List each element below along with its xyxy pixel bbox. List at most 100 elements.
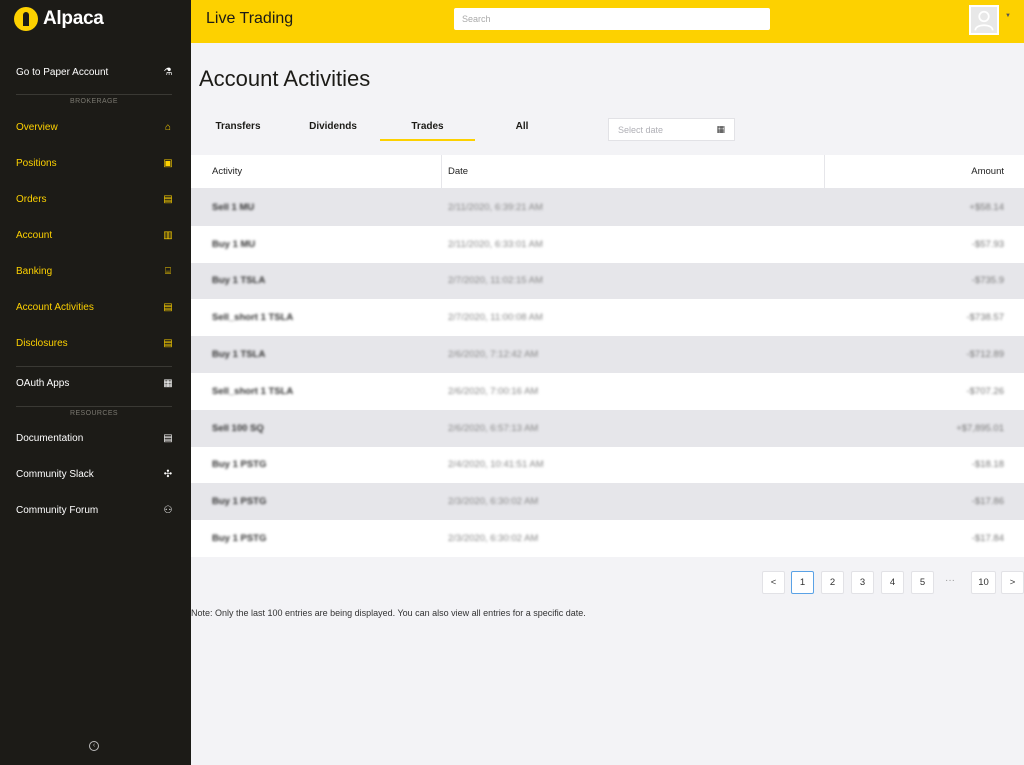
table-row: Sell 100 SQ 2/6/2020, 6:57:13 AM +$7,895… [191,409,1024,447]
pagination-page-5[interactable]: 5 [911,571,934,594]
sidebar-item-positions[interactable]: Positions ▣ [16,153,174,173]
sidebar-item-label: Positions [16,157,57,169]
sidebar-item-label: Account [16,229,53,241]
calendar-icon: ▦ [716,124,725,134]
date-picker[interactable]: Select date ▦ [608,118,735,141]
amount-cell: -$712.89 [966,349,1004,361]
sidebar-item-label: Account Activities [16,301,94,313]
pagination-page-4[interactable]: 4 [881,571,904,594]
amount-cell: -$57.93 [971,238,1004,250]
table-row: Sell_short 1 TSLA 2/7/2020, 11:00:08 AM … [191,299,1024,337]
date-cell: 2/4/2020, 10:41:51 AM [448,459,544,471]
brand-name: Alpaca [43,8,104,29]
sidebar-item-documentation[interactable]: Documentation ▤ [16,428,174,448]
file-icon: ▤ [163,301,173,313]
tab-dividends[interactable]: Dividends [299,121,367,141]
sidebar-item-oauth-apps[interactable]: OAuth Apps ▦ [16,373,174,393]
book-icon: ▤ [163,432,173,444]
pagination-page-1[interactable]: 1 [791,571,814,594]
tab-trades[interactable]: Trades [380,121,475,141]
amount-cell: -$17.86 [971,496,1004,508]
amount-cell: -$18.18 [971,459,1004,471]
sidebar-item-label: Orders [16,193,47,205]
sidebar-item-label: Documentation [16,432,84,444]
table-row: Sell 1 MU 2/11/2020, 6:39:21 AM +$58.14 [191,189,1024,226]
pagination-next-button[interactable]: > [1001,571,1024,594]
column-header-date[interactable]: Date [442,155,825,188]
date-cell: 2/6/2020, 7:12:42 AM [448,349,539,361]
sidebar-item-label: Overview [16,121,58,133]
date-cell: 2/6/2020, 7:00:16 AM [448,385,539,397]
pagination-page-2[interactable]: 2 [821,571,844,594]
amount-cell: +$58.14 [969,201,1004,213]
top-bar: Live Trading ▼ [191,0,1024,43]
amount-cell: -$735.9 [971,275,1004,287]
sidebar-section-resources: RESOURCES [70,410,118,417]
activity-cell: Sell_short 1 TSLA [212,312,294,324]
alpaca-logo-icon [14,7,38,31]
column-header-activity[interactable]: Activity [191,155,442,188]
sidebar-item-paper-account[interactable]: Go to Paper Account ⚗ [16,62,174,82]
table-row: Buy 1 TSLA 2/6/2020, 7:12:42 AM -$712.89 [191,336,1024,373]
sidebar-item-account[interactable]: Account ▥ [16,225,174,245]
page-title: Account Activities [199,66,371,91]
sidebar-item-label: Banking [16,265,53,277]
entries-note: Note: Only the last 100 entries are bein… [191,608,586,618]
sidebar-item-label: Community Slack [16,468,94,480]
flask-icon: ⚗ [163,66,173,78]
activity-cell: Buy 1 PSTG [212,459,267,471]
activities-table: Activity Date Amount Sell 1 MU 2/11/2020… [191,155,1024,557]
tab-transfers[interactable]: Transfers [204,121,272,141]
sidebar-item-orders[interactable]: Orders ▤ [16,189,174,209]
grid-icon: ▦ [163,377,173,389]
sidebar-item-account-activities[interactable]: Account Activities ▤ [16,297,174,317]
activity-cell: Buy 1 TSLA [212,275,266,287]
table-row: Buy 1 PSTG 2/3/2020, 6:30:02 AM -$17.86 [191,483,1024,521]
activity-cell: Buy 1 TSLA [212,349,266,361]
sidebar-divider [16,94,172,95]
activity-cell: Sell 100 SQ [212,422,264,434]
table-row: Buy 1 TSLA 2/7/2020, 11:02:15 AM -$735.9 [191,262,1024,300]
table-row: Buy 1 PSTG 2/4/2020, 10:41:51 AM -$18.18 [191,446,1024,484]
slack-icon: ✣ [163,468,173,480]
pagination-prev-button[interactable]: < [762,571,785,594]
activity-cell: Buy 1 MU [212,238,256,250]
activity-cell: Sell 1 MU [212,201,255,213]
sidebar-item-label: Go to Paper Account [16,66,109,78]
document-icon: ▤ [163,193,173,205]
amount-cell: -$707.26 [966,385,1004,397]
search-input[interactable] [454,8,770,30]
sidebar-item-label: OAuth Apps [16,377,70,389]
tab-all[interactable]: All [500,121,544,141]
chevron-down-icon[interactable]: ▼ [1005,13,1011,19]
collapse-sidebar-icon[interactable]: ‹ [89,741,99,751]
column-header-amount[interactable]: Amount [825,155,1024,188]
alpaca-logo[interactable]: Alpaca [14,6,104,32]
home-icon: ⌂ [164,121,172,133]
user-icon [974,10,994,31]
sidebar-item-label: Disclosures [16,337,68,349]
pagination-page-3[interactable]: 3 [851,571,874,594]
sidebar-item-disclosures[interactable]: Disclosures ▤ [16,333,174,353]
sidebar-item-banking[interactable]: Banking ⌸ [16,261,174,281]
table-row: Buy 1 PSTG 2/3/2020, 6:30:02 AM -$17.84 [191,520,1024,557]
avatar[interactable] [969,5,999,35]
sidebar-item-community-forum[interactable]: Community Forum ⚇ [16,500,174,520]
environment-title: Live Trading [206,10,294,27]
sidebar-item-community-slack[interactable]: Community Slack ✣ [16,464,174,484]
pagination-page-10[interactable]: 10 [971,571,996,594]
date-picker-placeholder: Select date [618,124,664,135]
date-cell: 2/6/2020, 6:57:13 AM [448,422,539,434]
sidebar-divider [16,366,172,367]
table-header: Activity Date Amount [191,155,1024,189]
sidebar-item-overview[interactable]: Overview ⌂ [16,117,174,137]
users-icon: ⚇ [163,504,173,516]
date-cell: 2/3/2020, 6:30:02 AM [448,496,539,508]
id-card-icon: ▥ [163,229,173,241]
bank-icon: ⌸ [165,265,171,277]
amount-cell: +$7,895.01 [956,422,1004,434]
table-row: Sell_short 1 TSLA 2/6/2020, 7:00:16 AM -… [191,372,1024,410]
table-row: Buy 1 MU 2/11/2020, 6:33:01 AM -$57.93 [191,225,1024,263]
date-cell: 2/11/2020, 6:39:21 AM [448,201,543,213]
sidebar-divider [16,406,172,407]
